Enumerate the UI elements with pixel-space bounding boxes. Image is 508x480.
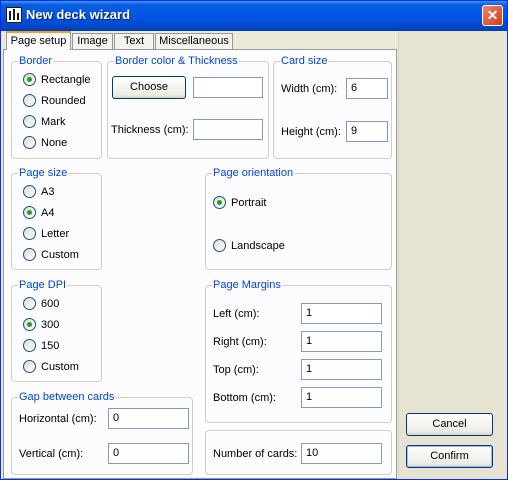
radio-icon <box>23 115 36 128</box>
tab-miscellaneous[interactable]: Miscellaneous <box>155 33 233 50</box>
radio-label: Letter <box>41 228 70 240</box>
choose-color-button[interactable]: Choose <box>112 76 186 99</box>
radio-label: Rounded <box>41 95 86 107</box>
height-label: Height (cm): <box>281 126 341 138</box>
radio-label: Mark <box>41 116 66 128</box>
title-bar[interactable]: New deck wizard ✕ <box>1 1 507 31</box>
gap-legend: Gap between cards <box>18 390 116 404</box>
margin-left-field[interactable]: 1 <box>301 303 382 324</box>
action-panel <box>398 31 507 479</box>
page-dpi-legend: Page DPI <box>18 278 68 292</box>
thickness-label: Thickness (cm): <box>111 124 189 136</box>
page-size-group: Page size A3 A4 Letter Custom <box>11 166 102 270</box>
close-icon[interactable]: ✕ <box>482 5 503 26</box>
card-width-field[interactable]: 6 <box>346 78 388 99</box>
page-orientation-group: Page orientation Portrait Landscape <box>205 166 392 270</box>
tab-page-setup[interactable]: Page setup <box>6 31 71 50</box>
radio-icon <box>23 185 36 198</box>
number-of-cards-group: Number of cards: 10 <box>205 430 392 475</box>
width-label: Width (cm): <box>281 83 338 95</box>
radio-label: 600 <box>41 298 60 310</box>
border-color-group: Border color & Thickness Choose Thicknes… <box>107 54 269 159</box>
radio-label: Rectangle <box>41 74 91 86</box>
thickness-field[interactable] <box>193 119 263 140</box>
radio-label: None <box>41 137 68 149</box>
card-size-legend: Card size <box>280 54 329 68</box>
margin-right-label: Right (cm): <box>213 336 267 348</box>
radio-label: 300 <box>41 319 60 331</box>
radio-icon <box>23 136 36 149</box>
border-color-legend: Border color & Thickness <box>114 54 239 68</box>
radio-label: Landscape <box>231 240 285 252</box>
radio-label: A4 <box>41 207 55 219</box>
cancel-button[interactable]: Cancel <box>406 413 493 436</box>
radio-icon <box>23 94 36 107</box>
window-title: New deck wizard <box>26 7 131 22</box>
margin-left-label: Left (cm): <box>213 308 260 320</box>
page-setup-panel: Border Rectangle Rounded Mark None Borde… <box>3 49 397 479</box>
margin-bottom-label: Bottom (cm): <box>213 392 276 404</box>
gap-vertical-label: Vertical (cm): <box>19 448 84 460</box>
margin-top-field[interactable]: 1 <box>301 359 382 380</box>
tab-text[interactable]: Text <box>114 33 154 50</box>
border-color-field[interactable] <box>193 77 263 98</box>
page-size-legend: Page size <box>18 166 69 180</box>
radio-icon <box>23 206 36 219</box>
tab-image[interactable]: Image <box>72 33 113 50</box>
gap-vertical-field[interactable]: 0 <box>108 443 189 464</box>
radio-icon <box>23 339 36 352</box>
margin-right-field[interactable]: 1 <box>301 331 382 352</box>
radio-label: A3 <box>41 186 55 198</box>
radio-label: Custom <box>41 249 79 261</box>
radio-label: Custom <box>41 361 79 373</box>
page-dpi-group: Page DPI 600 300 150 Custom <box>11 278 102 382</box>
radio-icon <box>23 297 36 310</box>
margin-top-label: Top (cm): <box>213 364 259 376</box>
number-of-cards-field[interactable]: 10 <box>301 443 382 464</box>
radio-icon <box>23 318 36 331</box>
deck-app-icon <box>6 7 22 23</box>
card-size-group: Card size Width (cm): 6 Height (cm): 9 <box>273 54 392 159</box>
radio-icon <box>213 239 226 252</box>
gap-horizontal-label: Horizontal (cm): <box>19 413 97 425</box>
page-margins-legend: Page Margins <box>212 278 282 292</box>
card-height-field[interactable]: 9 <box>346 121 388 142</box>
radio-icon <box>23 360 36 373</box>
page-margins-group: Page Margins Left (cm): 1 Right (cm): 1 … <box>205 278 392 423</box>
radio-icon <box>213 196 226 209</box>
gap-group: Gap between cards Horizontal (cm): 0 Ver… <box>11 390 193 475</box>
border-legend: Border <box>18 54 54 68</box>
radio-label: Portrait <box>231 197 267 209</box>
number-of-cards-label: Number of cards: <box>213 448 298 460</box>
radio-icon <box>23 73 36 86</box>
radio-icon <box>23 227 36 240</box>
radio-icon <box>23 248 36 261</box>
margin-bottom-field[interactable]: 1 <box>301 387 382 408</box>
confirm-button[interactable]: Confirm <box>406 445 493 468</box>
page-orientation-legend: Page orientation <box>212 166 295 180</box>
gap-horizontal-field[interactable]: 0 <box>108 408 189 429</box>
radio-label: 150 <box>41 340 60 352</box>
border-group: Border Rectangle Rounded Mark None <box>11 54 102 159</box>
new-deck-wizard-window: New deck wizard ✕ Page setup Image Text … <box>0 0 508 480</box>
